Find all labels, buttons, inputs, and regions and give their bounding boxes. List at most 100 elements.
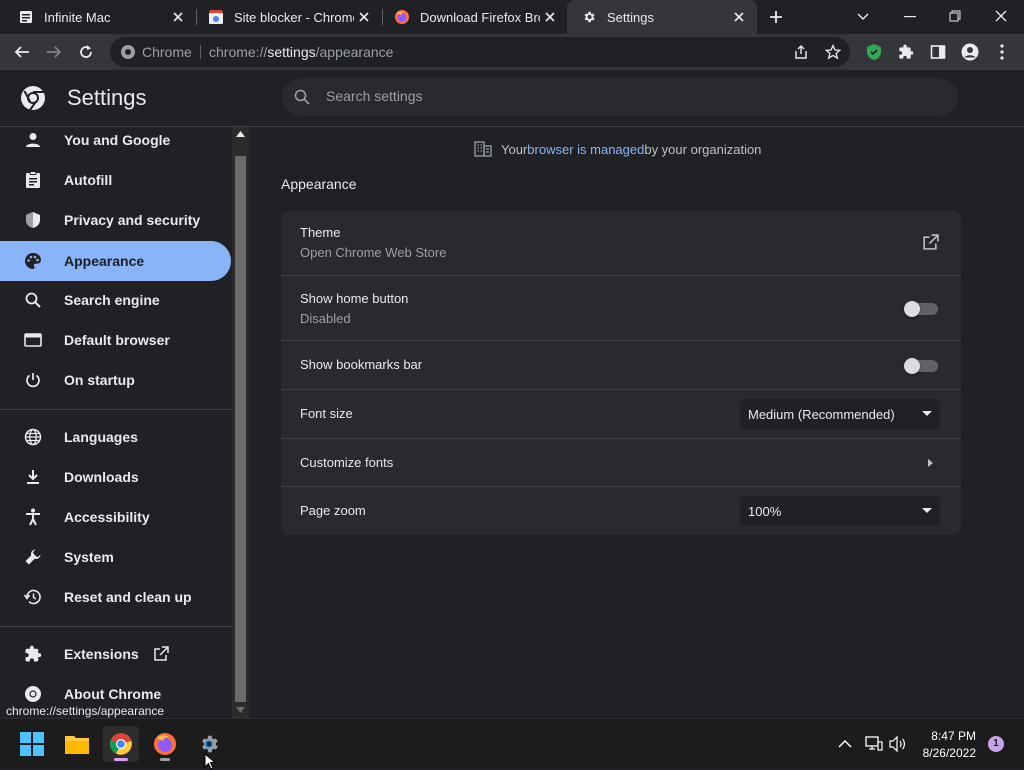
back-button[interactable]: [10, 40, 34, 64]
dropdown-arrow-icon: [922, 508, 932, 513]
open-in-new-icon[interactable]: [922, 234, 939, 251]
sidebar-item-extensions[interactable]: Extensions: [0, 634, 231, 674]
chevron-up-icon[interactable]: [838, 739, 852, 748]
folder-icon: [65, 736, 89, 754]
close-icon[interactable]: [729, 7, 749, 27]
profile-button[interactable]: [958, 40, 982, 64]
clock-date[interactable]: 8/26/2022: [912, 746, 976, 760]
address-bar[interactable]: Chrome chrome://settings/appearance: [110, 37, 850, 67]
home-button-toggle[interactable]: [904, 301, 938, 317]
network-icon[interactable]: [865, 736, 883, 752]
sidebar-item-label: Autofill: [64, 172, 113, 188]
bookmarks-bar-row: Show bookmarks bar: [281, 340, 961, 389]
document-icon: [18, 9, 34, 25]
chevron-down-icon: [857, 13, 869, 20]
browser-window-icon: [23, 330, 43, 350]
page-zoom-row: Page zoom 100%: [281, 486, 961, 535]
file-explorer-button[interactable]: [59, 726, 95, 762]
minimize-icon: [904, 16, 916, 18]
chevron-right-icon: [928, 459, 933, 467]
sidebar-item-downloads[interactable]: Downloads: [0, 457, 231, 497]
search-icon: [23, 290, 43, 310]
wrench-icon: [23, 547, 43, 567]
font-size-row: Font size Medium (Recommended): [281, 389, 961, 438]
close-window-button[interactable]: [990, 6, 1012, 26]
url-host: settings: [267, 44, 316, 60]
side-panel-button[interactable]: [926, 40, 950, 64]
download-icon: [23, 467, 43, 487]
volume-icon[interactable]: [889, 736, 907, 752]
forward-button[interactable]: [42, 40, 66, 64]
sidebar-item-autofill[interactable]: Autofill: [0, 160, 231, 200]
new-tab-button[interactable]: [766, 7, 786, 27]
firefox-taskbar-button[interactable]: [147, 726, 183, 762]
menu-button[interactable]: [990, 40, 1014, 64]
tab-settings[interactable]: Settings: [567, 0, 757, 34]
sidebar-item-label: Default browser: [64, 332, 170, 348]
tab-site-blocker[interactable]: Site blocker - Chrome Web Store: [190, 0, 382, 34]
side-panel-icon: [930, 45, 946, 59]
sidebar-item-privacy[interactable]: Privacy and security: [0, 200, 231, 240]
restore-button[interactable]: [944, 6, 966, 26]
clock-time[interactable]: 8:47 PM: [920, 729, 976, 743]
url-text[interactable]: chrome://settings/appearance: [209, 44, 393, 60]
minimize-button[interactable]: [900, 8, 920, 26]
sidebar-item-reset[interactable]: Reset and clean up: [0, 577, 231, 617]
customize-fonts-row[interactable]: Customize fonts: [281, 438, 961, 486]
globe-icon: [23, 427, 43, 447]
bookmarks-bar-toggle[interactable]: [904, 358, 938, 374]
sidebar-item-you-and-google[interactable]: You and Google: [0, 127, 231, 160]
firefox-icon: [394, 9, 410, 25]
sidebar-item-search-engine[interactable]: Search engine: [0, 280, 231, 320]
sidebar-item-label: You and Google: [64, 132, 171, 148]
sidebar-item-appearance[interactable]: Appearance: [0, 241, 231, 281]
start-button[interactable]: [14, 726, 50, 762]
extensions-button[interactable]: [894, 40, 918, 64]
font-size-select[interactable]: Medium (Recommended): [740, 399, 940, 429]
person-icon: [23, 130, 43, 150]
notification-badge[interactable]: 1: [988, 736, 1004, 752]
sidebar-item-languages[interactable]: Languages: [0, 417, 231, 457]
sidebar-item-on-startup[interactable]: On startup: [0, 360, 231, 400]
sidebar-item-label: Extensions: [64, 646, 139, 662]
theme-row[interactable]: Theme Open Chrome Web Store: [281, 211, 961, 275]
close-icon[interactable]: [540, 7, 560, 27]
sidebar-item-accessibility[interactable]: Accessibility: [0, 497, 231, 537]
reload-button[interactable]: [74, 40, 98, 64]
extension-shield-button[interactable]: [862, 40, 886, 64]
gear-icon: [202, 735, 218, 753]
home-button-label: Show home button: [300, 291, 409, 306]
puzzle-icon: [23, 644, 43, 664]
section-title: Appearance: [281, 176, 357, 192]
scroll-up-arrow-icon[interactable]: [236, 131, 245, 137]
close-icon[interactable]: [168, 7, 188, 27]
page-zoom-select[interactable]: 100%: [740, 496, 940, 526]
tab-download-firefox[interactable]: Download Firefox Browser: [376, 0, 568, 34]
sidebar-item-label: Privacy and security: [64, 212, 201, 228]
search-settings-box[interactable]: [282, 78, 958, 116]
reload-icon: [80, 45, 92, 58]
chrome-taskbar-button[interactable]: [103, 726, 139, 762]
sidebar-item-label: On startup: [64, 372, 135, 388]
sidebar-item-default-browser[interactable]: Default browser: [0, 320, 231, 360]
scrollbar-thumb[interactable]: [235, 156, 246, 702]
share-icon[interactable]: [793, 44, 809, 60]
search-input[interactable]: [326, 88, 926, 104]
sidebar-item-label: System: [64, 549, 114, 565]
close-icon[interactable]: [354, 7, 374, 27]
building-icon: [474, 141, 492, 157]
arrow-right-icon: [47, 46, 62, 58]
more-vert-icon: [1000, 44, 1004, 60]
sidebar-item-label: Search engine: [64, 292, 160, 308]
browser-managed-link[interactable]: browser is managed: [527, 142, 644, 157]
scroll-down-arrow-icon[interactable]: [236, 707, 245, 713]
tab-search-button[interactable]: [853, 8, 873, 26]
firefox-icon: [154, 733, 176, 755]
gear-icon: [581, 9, 597, 25]
tab-strip: Infinite Mac Site blocker - Chrome Web S…: [0, 0, 1024, 34]
theme-label: Theme: [300, 225, 341, 240]
tab-infinite-mac[interactable]: Infinite Mac: [0, 0, 196, 34]
sidebar-item-label: Downloads: [64, 469, 139, 485]
sidebar-item-system[interactable]: System: [0, 537, 231, 577]
bookmark-star-icon[interactable]: [825, 44, 841, 60]
